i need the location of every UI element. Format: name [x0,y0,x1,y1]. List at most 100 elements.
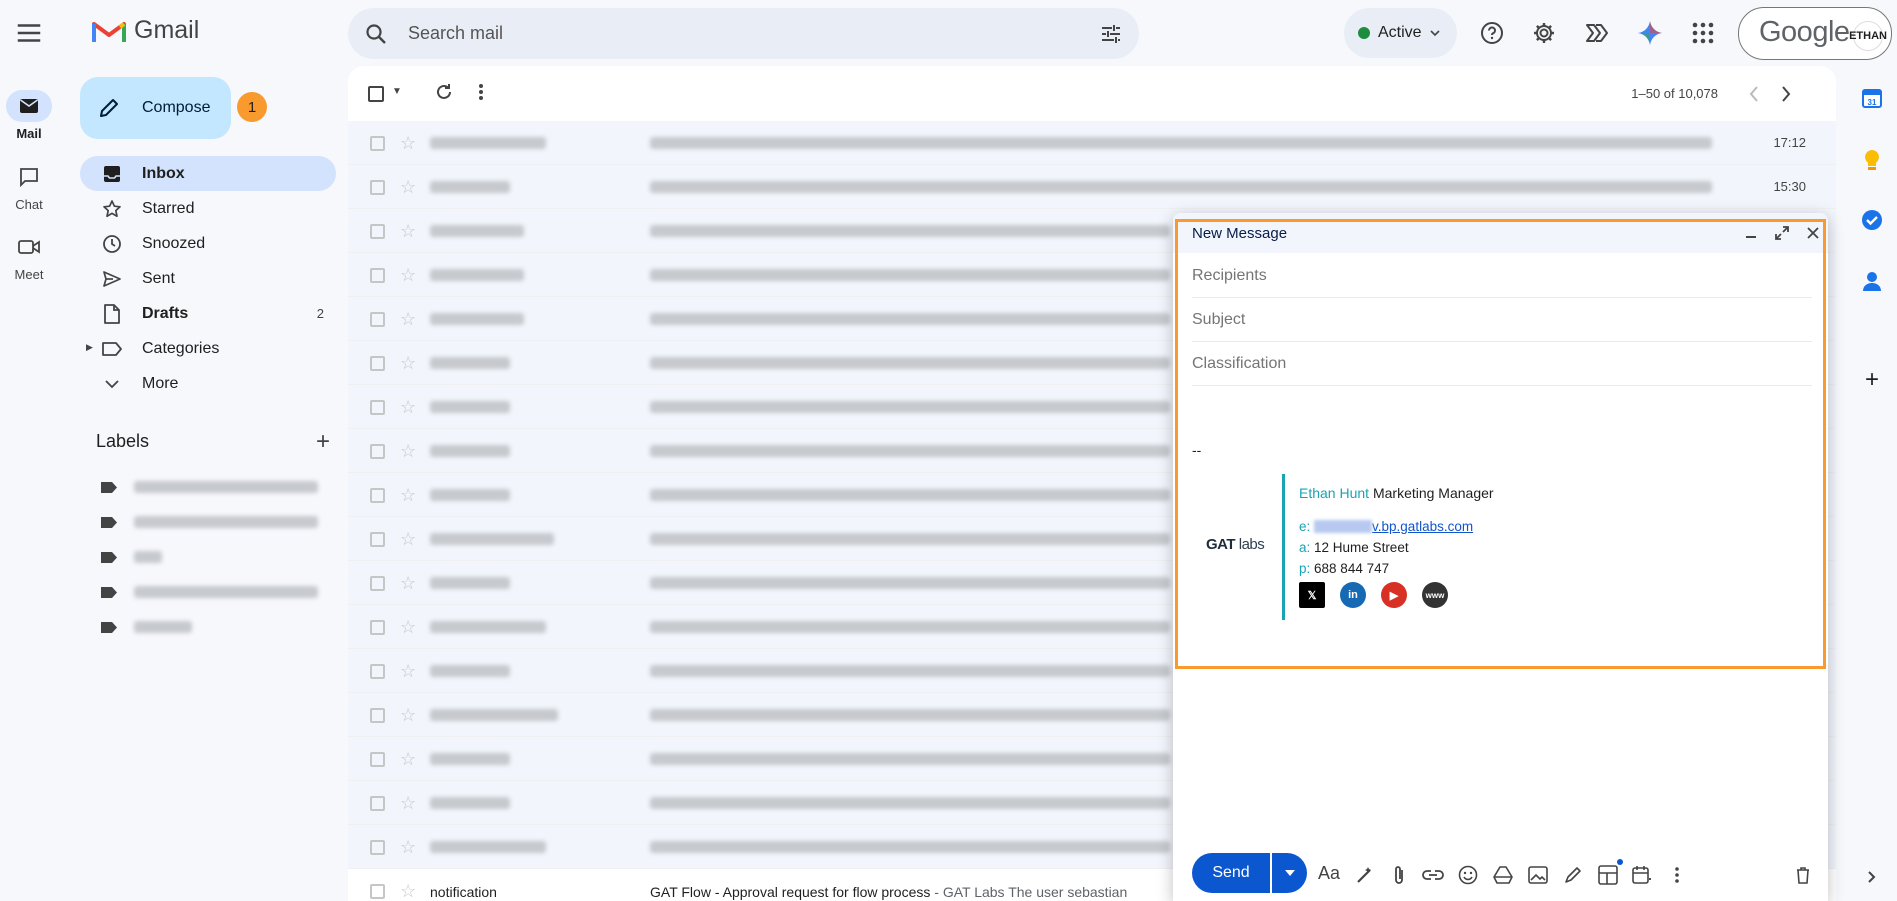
apps-grid-icon[interactable] [1687,17,1719,49]
nav-item-more[interactable]: More [80,366,336,401]
formatting-icon[interactable]: Aa [1317,861,1341,885]
mail-row[interactable]: ☆ 15:30 [348,165,1836,209]
schedule-event-icon[interactable] [1630,863,1654,887]
rail-meet[interactable]: Meet [0,231,58,282]
star-icon[interactable]: ☆ [400,221,416,242]
star-icon[interactable]: ☆ [400,617,416,638]
fullscreen-icon[interactable] [1772,223,1792,243]
star-icon[interactable]: ☆ [400,353,416,374]
search-bar[interactable] [348,8,1139,59]
search-input[interactable] [408,8,1048,59]
more-options-icon[interactable] [1665,863,1689,887]
layouts-icon[interactable] [1596,859,1623,887]
row-checkbox[interactable] [370,532,385,547]
row-checkbox[interactable] [370,356,385,371]
youtube-icon[interactable]: ▶ [1381,582,1407,608]
nav-item-starred[interactable]: Starred [80,191,336,226]
row-checkbox[interactable] [370,180,385,195]
compose-button[interactable]: Compose [80,77,231,139]
newer-chevron-icon[interactable] [1748,84,1760,109]
search-icon[interactable] [364,22,388,51]
nav-item-categories[interactable]: ▶ Categories [80,331,336,366]
nav-item-drafts[interactable]: Drafts 2 [80,296,336,331]
select-all-checkbox[interactable] [368,86,384,102]
row-checkbox[interactable] [370,840,385,855]
star-icon[interactable]: ☆ [400,309,416,330]
link-icon[interactable] [1421,863,1445,887]
support-icon[interactable] [1476,17,1508,49]
workflow-icon[interactable] [1581,17,1613,49]
drive-icon[interactable] [1491,863,1515,887]
keep-bulb-icon[interactable] [1860,148,1884,172]
star-icon[interactable]: ☆ [400,661,416,682]
close-icon[interactable] [1803,223,1823,243]
label-item[interactable] [100,475,318,499]
add-addon-icon[interactable]: + [1860,366,1884,393]
label-item[interactable] [100,510,318,534]
star-icon[interactable]: ☆ [400,837,416,858]
star-icon[interactable]: ☆ [400,793,416,814]
row-checkbox[interactable] [370,400,385,415]
select-dropdown-icon[interactable]: ▼ [392,86,402,97]
row-checkbox[interactable] [370,708,385,723]
recipients-input[interactable] [1192,254,1812,298]
collapse-panel-icon[interactable] [1860,865,1884,889]
nav-item-inbox[interactable]: Inbox [80,156,336,191]
photo-icon[interactable] [1526,863,1550,887]
ai-write-icon[interactable] [1353,863,1377,887]
send-options-icon[interactable] [1272,853,1307,893]
star-icon[interactable]: ☆ [400,529,416,550]
mail-row[interactable]: ☆ 17:12 [348,121,1836,165]
label-item[interactable] [100,545,162,569]
gemini-icon[interactable] [1634,17,1666,49]
row-checkbox[interactable] [370,752,385,767]
linkedin-icon[interactable]: in [1340,582,1366,608]
star-icon[interactable]: ☆ [400,177,416,198]
add-label-icon[interactable]: + [316,428,330,456]
row-checkbox[interactable] [370,312,385,327]
row-checkbox[interactable] [370,224,385,239]
minimize-icon[interactable] [1741,223,1761,243]
star-icon[interactable]: ☆ [400,573,416,594]
star-icon[interactable]: ☆ [400,881,416,901]
status-dropdown[interactable]: Active [1344,8,1457,58]
account-switcher[interactable]: Google ETHAN [1738,7,1892,60]
signature-email-link[interactable]: v.bp.gatlabs.com [1314,519,1473,534]
emoji-icon[interactable] [1456,863,1480,887]
website-icon[interactable]: www [1422,582,1448,608]
star-icon[interactable]: ☆ [400,485,416,506]
classification-field[interactable] [1192,342,1812,386]
classification-input[interactable] [1192,342,1812,386]
contacts-icon[interactable] [1860,269,1884,293]
rail-mail[interactable]: Mail [0,90,58,141]
refresh-icon[interactable] [434,82,454,107]
row-checkbox[interactable] [370,268,385,283]
nav-item-snoozed[interactable]: Snoozed [80,226,336,261]
tasks-icon[interactable] [1860,208,1884,232]
star-icon[interactable]: ☆ [400,705,416,726]
gmail-logo[interactable]: Gmail [92,16,199,45]
main-menu-icon[interactable] [14,18,44,48]
settings-gear-icon[interactable] [1528,17,1560,49]
calendar-icon[interactable]: 31 [1860,86,1884,110]
send-button[interactable]: Send [1192,853,1270,893]
row-checkbox[interactable] [370,488,385,503]
recipients-field[interactable] [1192,254,1812,298]
row-checkbox[interactable] [370,576,385,591]
row-checkbox[interactable] [370,444,385,459]
star-icon[interactable]: ☆ [400,265,416,286]
older-chevron-icon[interactable] [1780,84,1792,109]
more-vert-icon[interactable] [478,82,484,107]
row-checkbox[interactable] [370,796,385,811]
label-item[interactable] [100,615,192,639]
compose-header[interactable]: New Message [1173,213,1828,253]
star-icon[interactable]: ☆ [400,441,416,462]
star-icon[interactable]: ☆ [400,397,416,418]
nav-item-sent[interactable]: Sent [80,261,336,296]
label-item[interactable] [100,580,318,604]
discard-trash-icon[interactable] [1791,863,1815,887]
row-checkbox[interactable] [370,136,385,151]
row-checkbox[interactable] [370,664,385,679]
row-checkbox[interactable] [370,620,385,635]
search-options-icon[interactable] [1099,22,1123,51]
